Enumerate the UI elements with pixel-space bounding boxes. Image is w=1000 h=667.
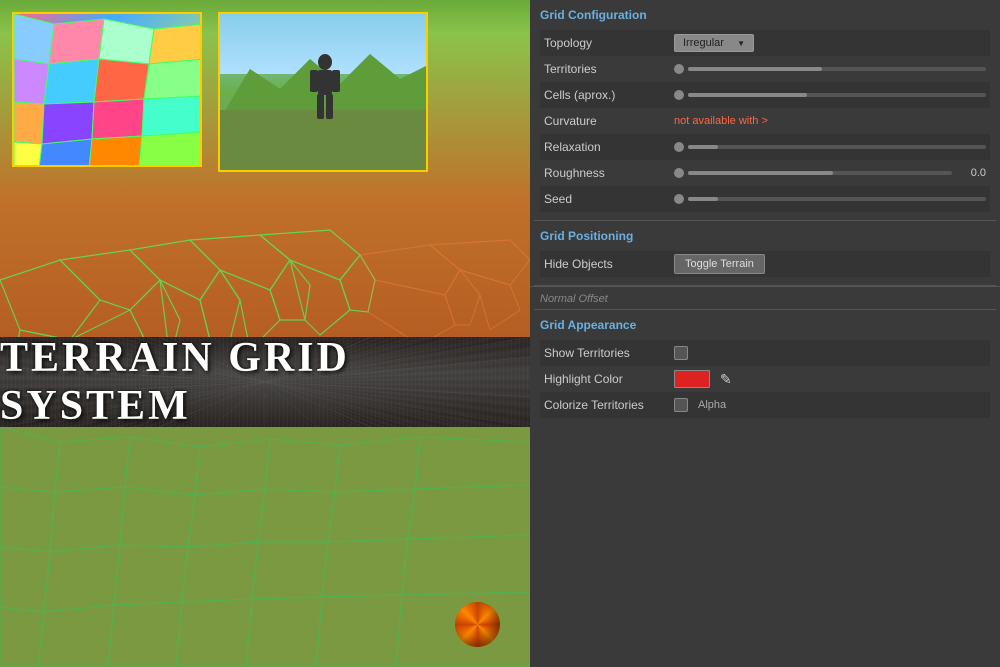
roughness-row: Roughness 0.0 [540,160,990,186]
show-territories-control[interactable] [674,346,986,360]
colorize-territories-checkbox[interactable] [674,398,688,412]
striped-ball [455,602,500,647]
cells-dot [674,90,684,100]
hide-objects-control[interactable]: Toggle Terrain [674,254,986,274]
cells-fill [688,93,807,97]
topology-dropdown[interactable]: Irregular [674,34,754,52]
grid-config-header: Grid Configuration [540,8,990,24]
territories-fill [688,67,822,71]
colorize-territories-control[interactable]: Alpha [674,398,986,412]
grid-appearance-header: Grid Appearance [540,318,990,334]
topology-label: Topology [544,36,674,50]
territories-slider[interactable] [674,64,986,74]
show-territories-checkbox[interactable] [674,346,688,360]
topology-control[interactable]: Irregular [674,34,986,52]
roughness-fill [688,171,833,175]
roughness-slider[interactable]: 0.0 [674,167,986,179]
preview-voronoi-svg [14,14,202,167]
bottom-voronoi-svg [0,427,530,667]
cells-label: Cells (aprox.) [544,88,674,102]
title-text: Terrain Grid System [0,337,530,427]
cells-slider[interactable] [674,90,986,100]
highlight-color-label: Highlight Color [544,372,674,386]
normal-offset-label: Normal Offset [540,293,608,305]
colorize-territories-label: Colorize Territories [544,398,674,412]
seed-track[interactable] [688,197,986,201]
toggle-terrain-button[interactable]: Toggle Terrain [674,254,765,274]
grid-config-section: Grid Configuration Topology Irregular Te… [530,0,1000,220]
roughness-dot [674,168,684,178]
alpha-label: Alpha [698,399,726,411]
colorize-territories-row: Colorize Territories Alpha [540,392,990,418]
hide-objects-label: Hide Objects [544,257,674,271]
relaxation-track[interactable] [688,145,986,149]
cells-track[interactable] [688,93,986,97]
grid-positioning-header: Grid Positioning [540,229,990,245]
highlight-color-swatch[interactable] [674,370,710,388]
right-panel: Grid Configuration Topology Irregular Te… [530,0,1000,667]
territories-row: Territories [540,56,990,82]
title-banner: Terrain Grid System [0,337,530,427]
curvature-control: not available with > [674,115,986,127]
relaxation-label: Relaxation [544,140,674,154]
bottom-scene [0,427,530,667]
roughness-value: 0.0 [956,167,986,179]
seed-dot [674,194,684,204]
relaxation-dot [674,142,684,152]
hide-objects-row: Hide Objects Toggle Terrain [540,251,990,277]
seed-row: Seed [540,186,990,212]
seed-fill [688,197,718,201]
grid-appearance-section: Grid Appearance Show Territories Highlig… [530,310,1000,667]
grid-positioning-section: Grid Positioning Hide Objects Toggle Ter… [530,221,1000,285]
scene-area: Terrain Grid System [0,0,530,667]
curvature-label: Curvature [544,114,674,128]
seed-label: Seed [544,192,674,206]
relaxation-fill [688,145,718,149]
roughness-label: Roughness [544,166,674,180]
cells-row: Cells (aprox.) [540,82,990,108]
seed-slider[interactable] [674,194,986,204]
relaxation-slider[interactable] [674,142,986,152]
curvature-not-available: not available with > [674,115,768,127]
relaxation-row: Relaxation [540,134,990,160]
preview-box-1 [12,12,202,167]
preview-box-2 [218,12,428,172]
territories-dot [674,64,684,74]
topology-row: Topology Irregular [540,30,990,56]
territories-label: Territories [544,62,674,76]
roughness-track[interactable] [688,171,952,175]
curvature-row: Curvature not available with > [540,108,990,134]
show-territories-row: Show Territories [540,340,990,366]
highlight-color-row: Highlight Color ✎ [540,366,990,392]
normal-offset-section: Normal Offset [530,286,1000,309]
pencil-icon[interactable]: ✎ [720,371,732,388]
highlight-color-control[interactable]: ✎ [674,370,986,388]
territories-track[interactable] [688,67,986,71]
show-territories-label: Show Territories [544,346,674,360]
